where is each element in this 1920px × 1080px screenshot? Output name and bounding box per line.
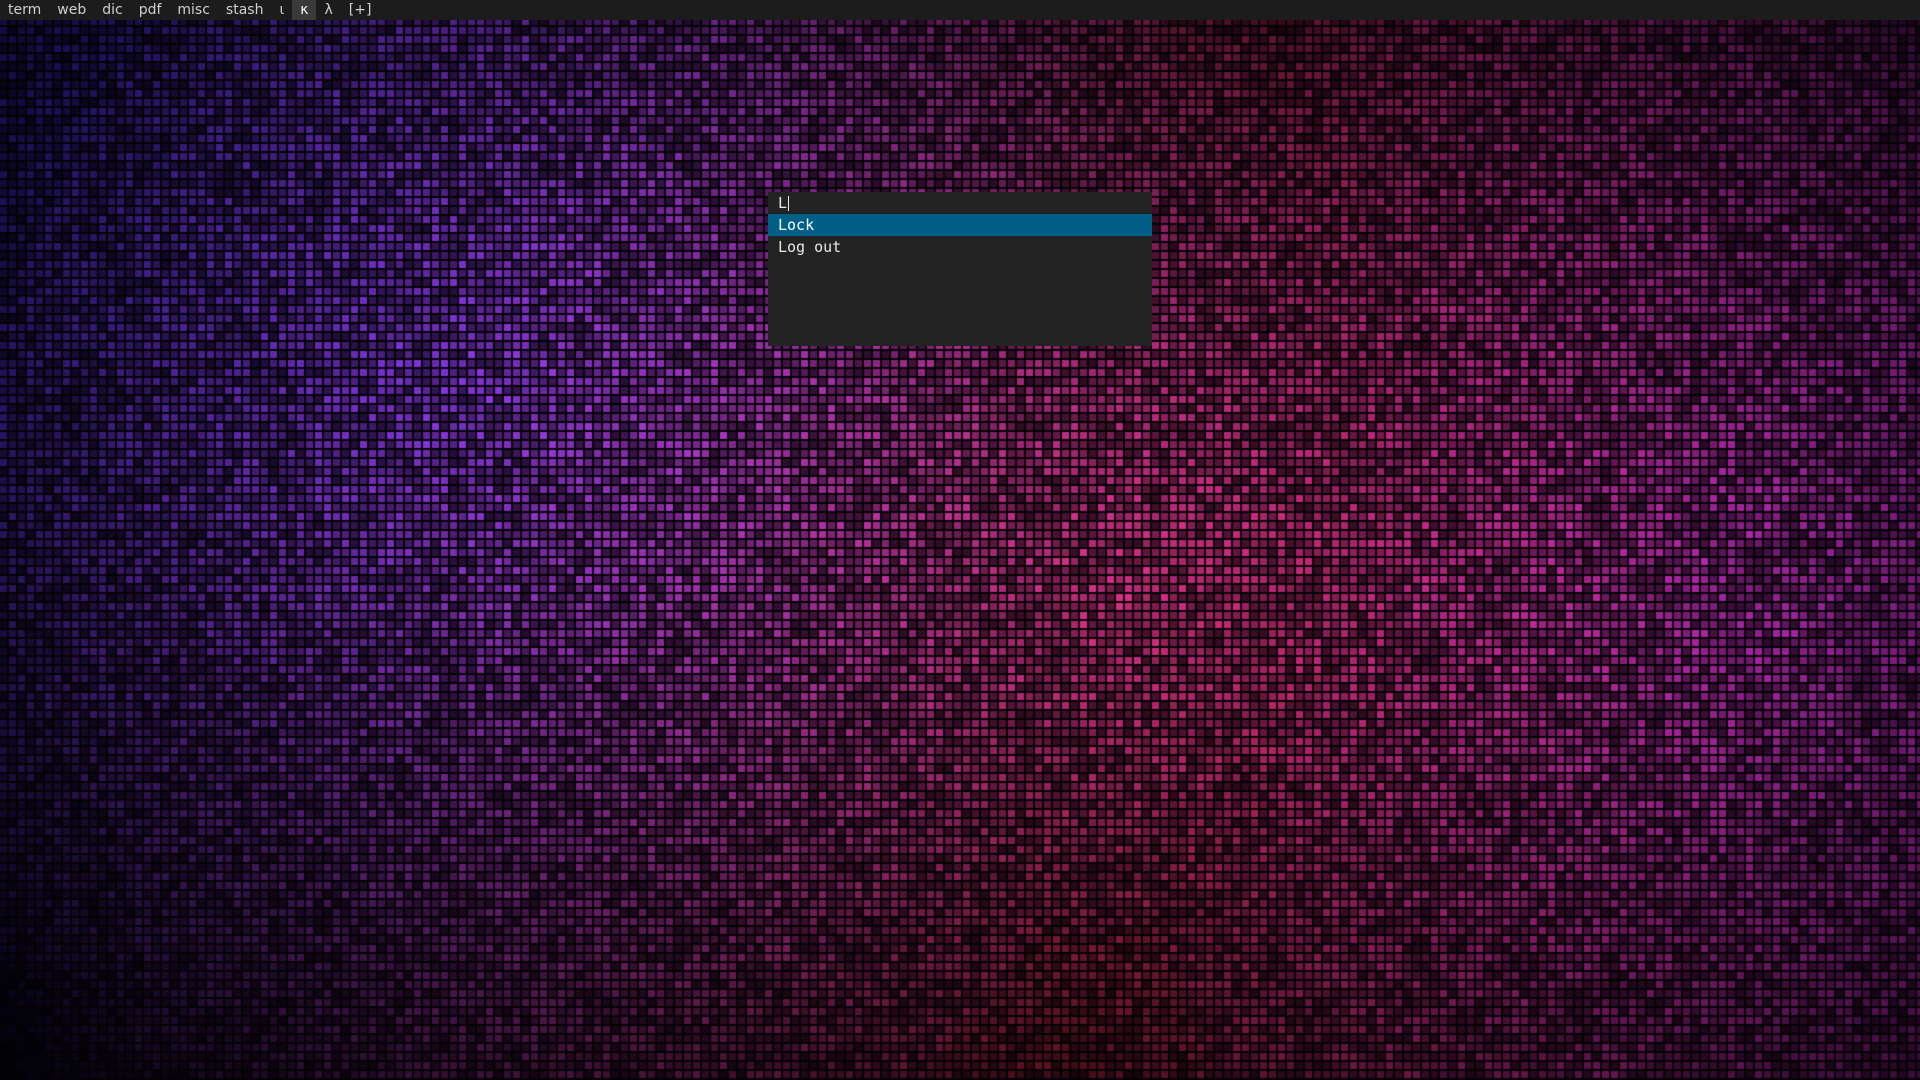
workspace-tab-stash[interactable]: stash	[218, 0, 272, 20]
workspace-tab-dic[interactable]: dic	[94, 0, 130, 20]
workspace-tab-kappa[interactable]: κ	[292, 0, 317, 20]
desktop-wallpaper	[0, 0, 1920, 1080]
workspace-tab-web[interactable]: web	[49, 0, 94, 20]
workspace-tab-lambda[interactable]: λ	[316, 0, 340, 20]
workspace-tab-pdf[interactable]: pdf	[131, 0, 170, 20]
launcher-result-lock[interactable]: Lock	[768, 214, 1152, 236]
workspace-tab-term[interactable]: term	[0, 0, 49, 20]
workspace-bar: term web dic pdf misc stash ι κ λ [+]	[0, 0, 1920, 20]
text-caret	[788, 195, 790, 211]
launcher-results: Lock Log out	[768, 214, 1152, 258]
workspace-tab-iota[interactable]: ι	[271, 0, 292, 20]
workspace-add-button[interactable]: [+]	[341, 0, 380, 20]
launcher-query-text: L	[778, 194, 788, 212]
launcher-search-input[interactable]: L	[768, 192, 1152, 214]
workspace-tab-misc[interactable]: misc	[169, 0, 218, 20]
app-launcher: L Lock Log out	[768, 192, 1152, 346]
launcher-result-log-out[interactable]: Log out	[768, 236, 1152, 258]
